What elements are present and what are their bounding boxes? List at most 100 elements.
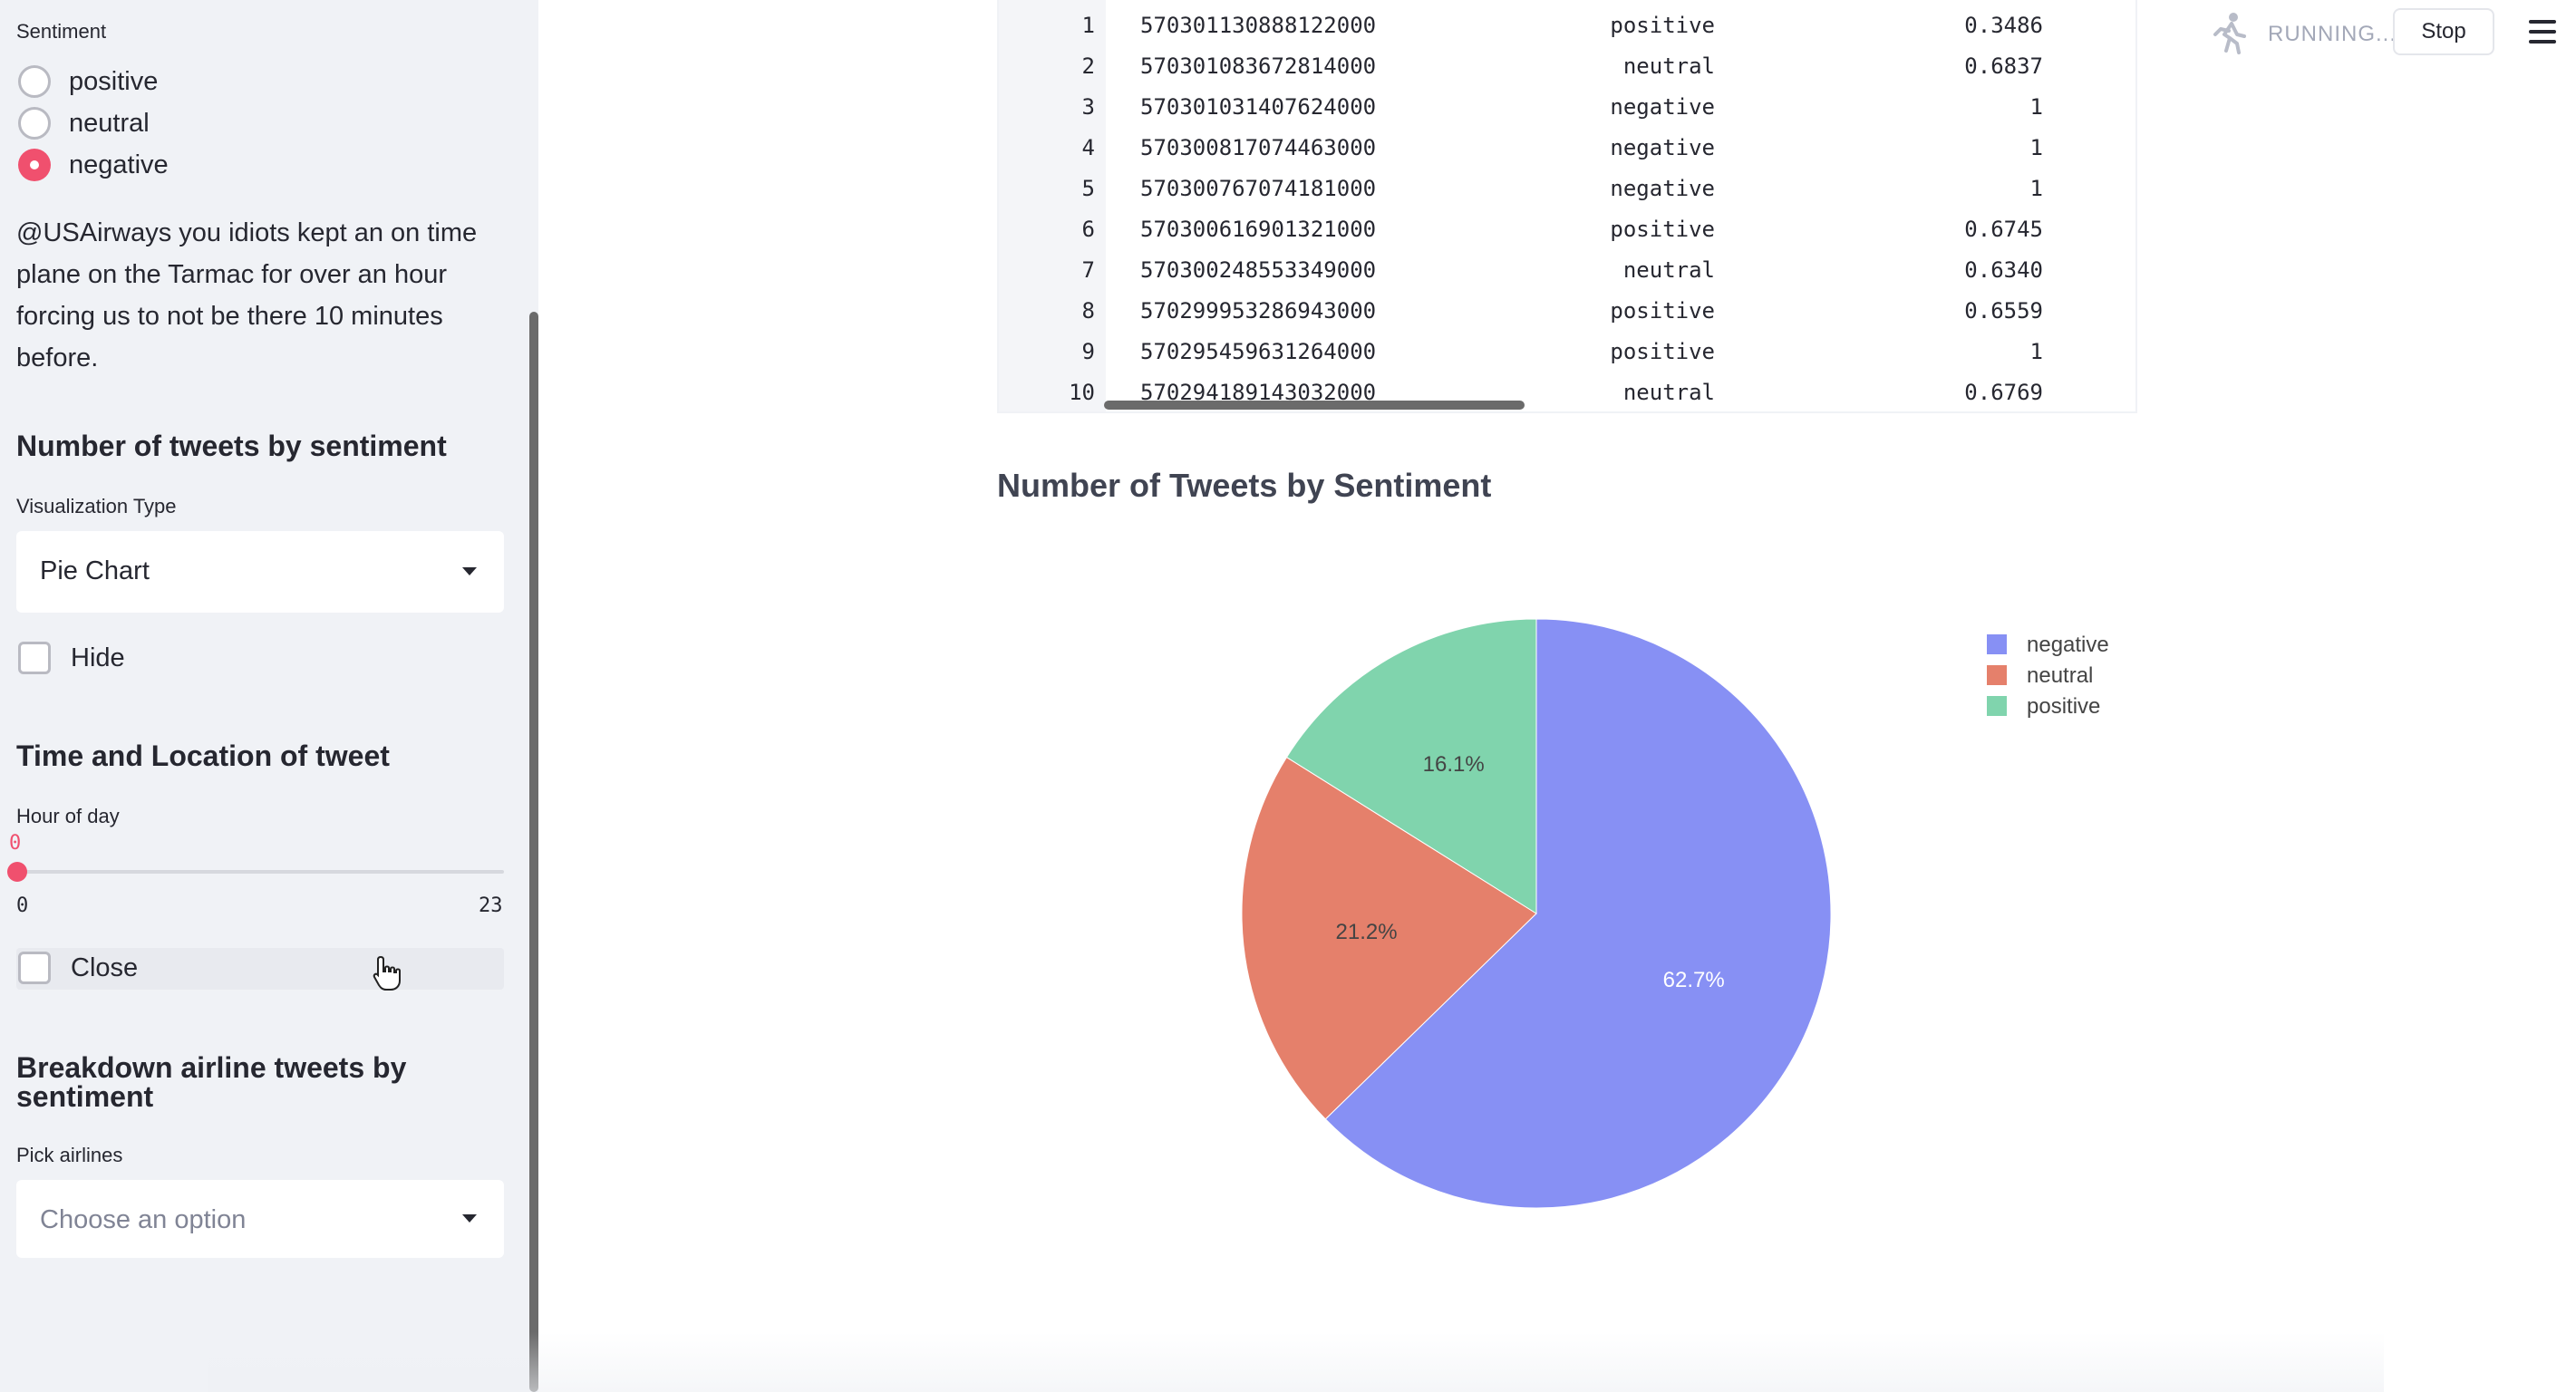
pick-airlines-multiselect[interactable]: Choose an option xyxy=(16,1180,504,1258)
sentiment-cell: negative xyxy=(1610,176,1715,201)
pick-airlines-label: Pick airlines xyxy=(16,1144,123,1166)
table-row: 7 570300248553349000 neutral 0.6340 xyxy=(999,248,2135,289)
tweet-id-cell: 570300616901321000 xyxy=(1140,217,1377,242)
legend-swatch-negative[interactable] xyxy=(1987,634,2007,654)
running-status: RUNNING... xyxy=(2268,22,2397,46)
running-man-icon xyxy=(2213,13,2246,54)
legend-label-positive[interactable]: positive xyxy=(2027,694,2100,719)
confidence-cell: 0.6745 xyxy=(1964,217,2043,242)
row-index: 1 xyxy=(1081,13,1095,38)
confidence-cell: 1 xyxy=(2029,176,2043,201)
radio-label: positive xyxy=(69,66,159,96)
row-index: 5 xyxy=(1081,176,1095,201)
radio-neutral[interactable]: neutral xyxy=(18,105,150,141)
radio-positive[interactable]: positive xyxy=(18,63,158,100)
sentiment-cell: neutral xyxy=(1622,257,1715,283)
tweet-id-cell: 570300767074181000 xyxy=(1140,176,1377,201)
table-row: 3 570301031407624000 negative 1 xyxy=(999,85,2135,126)
hand-pointer-icon xyxy=(373,955,401,991)
viz-type-value: Pie Chart xyxy=(40,556,150,585)
tweet-id-cell: 570301031407624000 xyxy=(1140,94,1377,120)
tweet-id-cell: 570295459631264000 xyxy=(1140,339,1377,364)
hamburger-menu-icon[interactable] xyxy=(2529,20,2556,44)
confidence-cell: 0.6769 xyxy=(1964,380,2043,405)
sentiment-cell: negative xyxy=(1610,94,1715,120)
legend-swatch-neutral[interactable] xyxy=(1987,665,2007,685)
radio-circle[interactable] xyxy=(18,65,51,98)
radio-negative[interactable]: negative xyxy=(18,147,169,183)
row-index: 9 xyxy=(1081,339,1095,364)
close-label: Close xyxy=(71,952,139,982)
sidebar: Sentiment positive neutral negative @USA… xyxy=(0,0,538,1392)
sentiment-cell: negative xyxy=(1610,135,1715,160)
chevron-down-icon xyxy=(462,567,477,575)
random-tweet-text: @USAirways you idiots kept an on time pl… xyxy=(16,218,478,372)
sidebar-scrollbar[interactable] xyxy=(529,312,538,1392)
table-row: 4 570300817074463000 negative 1 xyxy=(999,126,2135,167)
table-row: 8 570299953286943000 positive 0.6559 xyxy=(999,289,2135,330)
sentiment-cell: positive xyxy=(1610,298,1715,324)
chevron-down-icon xyxy=(462,1214,477,1223)
pie-slice-label: 62.7% xyxy=(1663,968,1725,992)
data-table[interactable]: 1 570301130888122000 positive 0.3486 2 5… xyxy=(997,0,2137,413)
table-row: 2 570301083672814000 neutral 0.6837 xyxy=(999,44,2135,85)
row-index: 3 xyxy=(1081,94,1095,120)
viz-type-label: Visualization Type xyxy=(16,495,177,517)
slider-current-value: 0 xyxy=(9,832,22,855)
table-row: 5 570300767074181000 negative 1 xyxy=(999,167,2135,208)
section-title-breakdown: Breakdown airline tweets by sentiment xyxy=(16,1051,407,1113)
confidence-cell: 1 xyxy=(2029,94,2043,120)
tweet-id-cell: 570300817074463000 xyxy=(1140,135,1377,160)
close-checkbox-row[interactable]: Close xyxy=(18,952,138,984)
sentiment-cell: positive xyxy=(1610,13,1715,38)
hide-checkbox[interactable] xyxy=(18,642,51,674)
tweet-id-cell: 570301130888122000 xyxy=(1140,13,1377,38)
confidence-cell: 0.6340 xyxy=(1964,257,2043,283)
close-checkbox[interactable] xyxy=(18,952,51,984)
table-horizontal-scrollbar[interactable] xyxy=(1104,401,1525,410)
hour-slider-thumb[interactable] xyxy=(7,862,27,882)
section-title-time-location: Time and Location of tweet xyxy=(16,740,390,772)
pie-slice-label: 16.1% xyxy=(1423,752,1485,777)
row-index: 8 xyxy=(1081,298,1095,324)
confidence-cell: 1 xyxy=(2029,339,2043,364)
confidence-cell: 0.6559 xyxy=(1964,298,2043,324)
radio-circle-selected[interactable] xyxy=(18,149,51,181)
sentiment-cell: positive xyxy=(1610,339,1715,364)
hide-label: Hide xyxy=(71,643,125,672)
hour-slider-track[interactable] xyxy=(16,870,504,874)
radio-label: neutral xyxy=(69,108,150,138)
table-row: 6 570300616901321000 positive 0.6745 xyxy=(999,208,2135,248)
legend-label-neutral[interactable]: neutral xyxy=(2027,663,2093,688)
pie-slice-label: 21.2% xyxy=(1336,920,1398,944)
sentiment-cell: neutral xyxy=(1622,53,1715,79)
sentiment-cell: positive xyxy=(1610,217,1715,242)
table-row: 1 570301130888122000 positive 0.3486 xyxy=(999,4,2135,44)
stop-button[interactable]: Stop xyxy=(2393,8,2494,55)
row-index: 10 xyxy=(1069,380,1095,405)
row-index: 2 xyxy=(1081,53,1095,79)
viz-type-select[interactable]: Pie Chart xyxy=(16,531,504,613)
hide-checkbox-row[interactable]: Hide xyxy=(18,642,125,674)
hour-of-day-label: Hour of day xyxy=(16,805,120,827)
pie-chart[interactable]: 62.7% 21.2% 16.1% negative neutral positive xyxy=(997,544,2139,1232)
pick-airlines-placeholder: Choose an option xyxy=(40,1205,247,1234)
section-title-number-of-tweets: Number of tweets by sentiment xyxy=(16,430,447,462)
chart-title: Number of Tweets by Sentiment xyxy=(997,467,1492,504)
table-row: 9 570295459631264000 positive 1 xyxy=(999,330,2135,371)
tweet-id-cell: 570300248553349000 xyxy=(1140,257,1377,283)
slider-min-label: 0 xyxy=(16,894,29,917)
confidence-cell: 1 xyxy=(2029,135,2043,160)
row-index: 6 xyxy=(1081,217,1095,242)
legend-swatch-positive[interactable] xyxy=(1987,696,2007,716)
bottom-shadow xyxy=(208,1332,2384,1392)
row-index: 7 xyxy=(1081,257,1095,283)
legend-label-negative[interactable]: negative xyxy=(2027,633,2109,657)
tweet-id-cell: 570299953286943000 xyxy=(1140,298,1377,324)
sentiment-label: Sentiment xyxy=(16,20,107,43)
confidence-cell: 0.3486 xyxy=(1964,13,2043,38)
radio-circle[interactable] xyxy=(18,107,51,140)
tweet-id-cell: 570301083672814000 xyxy=(1140,53,1377,79)
slider-max-label: 23 xyxy=(479,894,503,917)
confidence-cell: 0.6837 xyxy=(1964,53,2043,79)
